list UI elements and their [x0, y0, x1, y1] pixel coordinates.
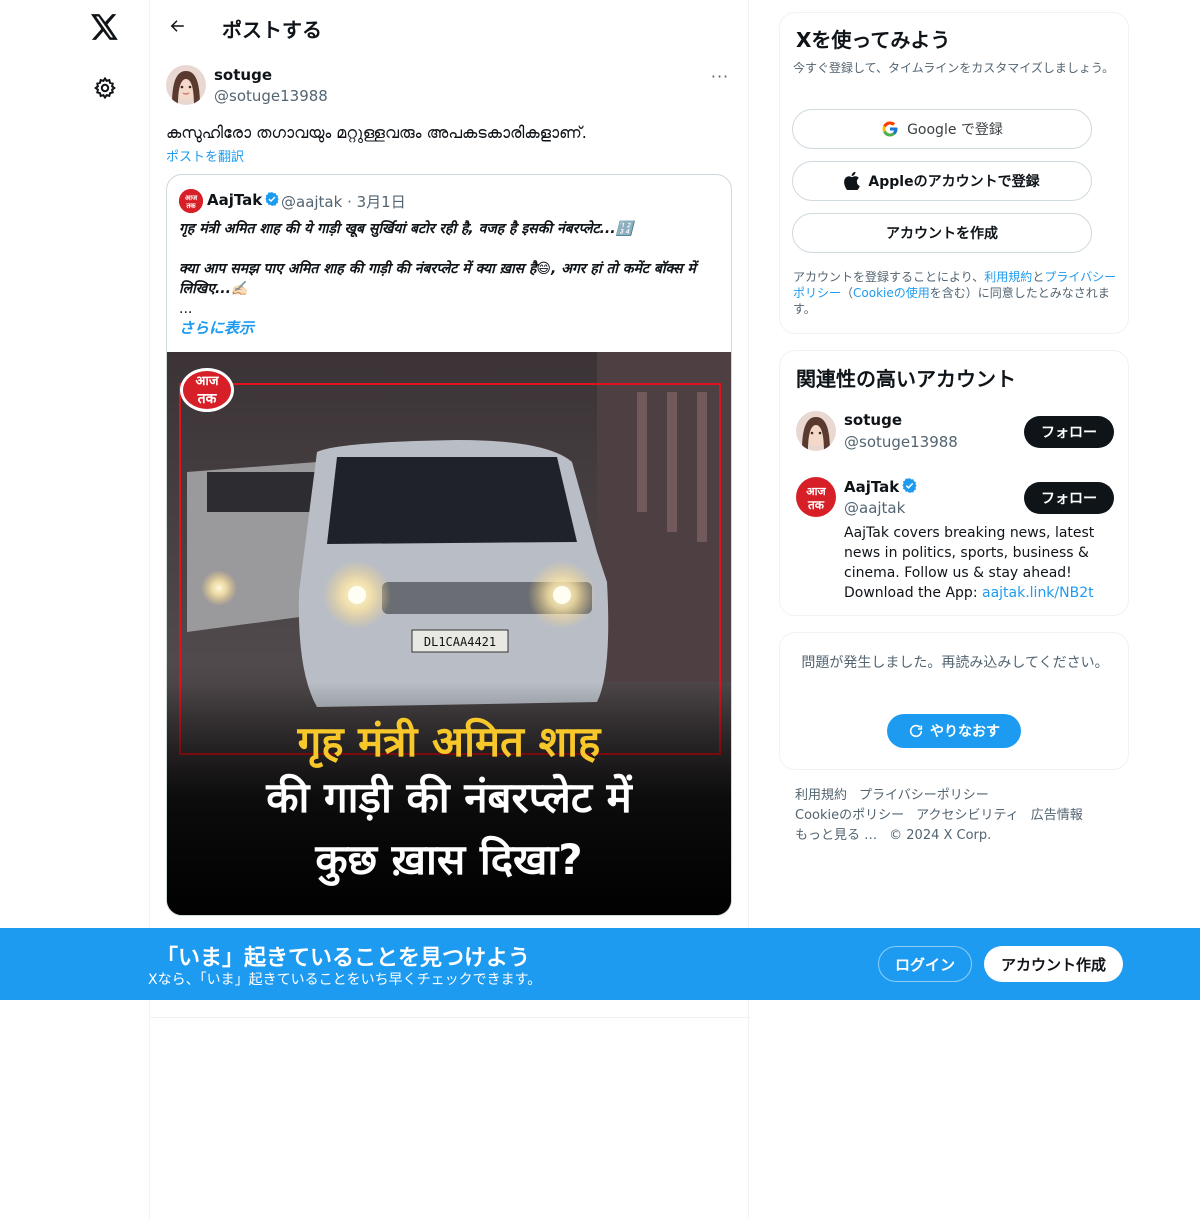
footer-link[interactable]: アクセシビリティ — [916, 808, 1019, 823]
svg-text:DL1CAA4421: DL1CAA4421 — [424, 635, 496, 649]
account-bio: AajTak covers breaking news, latest news… — [844, 525, 1095, 601]
quoted-post[interactable]: आज तक AajTak @aajtak · 3月1日 गृह मंत्री अम… — [166, 174, 732, 916]
footer-links: 利用規約 プライバシーポリシー Cookieのポリシー アクセシビリティ 広告情報 も… — [795, 786, 1115, 846]
related-account-item[interactable]: आज तक AajTak @aajtak フォロー AajTak covers b… — [796, 477, 1114, 607]
caption-line-2: की गाड़ी की नंबरप्लेट में — [266, 773, 632, 822]
svg-text:तक: तक — [807, 498, 825, 512]
author-handle[interactable]: @sotuge13988 — [214, 87, 328, 105]
aajtak-avatar: आज तक — [179, 189, 203, 213]
signup-title: Xを使ってみよう — [796, 28, 951, 52]
aajtak-account-avatar[interactable]: आज तक — [796, 477, 836, 517]
quoted-post-text: गृह मंत्री अमित शाह की ये गाड़ी खूब सुर्… — [179, 219, 696, 319]
verified-badge-icon — [264, 191, 280, 211]
follow-button[interactable]: フォロー — [1024, 482, 1114, 514]
related-title: 関連性の高いアカウント — [796, 367, 1016, 391]
related-account-name[interactable]: sotuge — [844, 411, 902, 429]
bio-link[interactable]: aajtak.link/NB2t — [982, 585, 1094, 601]
signup-legal-text: アカウントを登録することにより、利用規約とプライバシーポリシー（Cookieの使… — [793, 270, 1117, 316]
back-arrow-icon[interactable] — [164, 13, 190, 39]
aajtak-logo-icon: आज तक — [180, 368, 234, 412]
create-account-button[interactable]: アカウントを作成 — [792, 213, 1092, 253]
footer-link[interactable]: 利用規約 — [795, 788, 847, 803]
cookie-link[interactable]: Cookieの使用 — [853, 286, 930, 300]
footer-link[interactable]: Cookieのポリシー — [795, 808, 904, 823]
apple-icon — [844, 172, 861, 190]
related-account-name[interactable]: AajTak — [844, 477, 918, 498]
retry-button[interactable]: やりなおす — [887, 714, 1021, 748]
signup-subtitle: 今すぐ登録して、タイムラインをカスタマイズしましょう。 — [793, 61, 1115, 75]
verified-badge-icon — [901, 477, 918, 498]
follow-button[interactable]: フォロー — [1024, 416, 1114, 448]
related-account-handle: @aajtak — [844, 499, 906, 517]
quoted-text-ellipsis: ... — [179, 301, 193, 317]
quoted-text-line: लिखिए...✍🏻 — [179, 281, 249, 297]
copyright: © 2024 X Corp. — [889, 828, 992, 843]
main-column: ポストする sotuge @sotuge13988 ··· കസുഹിരോ തഗ… — [149, 0, 750, 1219]
quoted-handle-date: @aajtak · 3月1日 — [281, 193, 406, 211]
caption-line-3: कुछ ख़ास दिखा? — [315, 835, 583, 884]
refresh-icon — [908, 723, 924, 739]
svg-text:तक: तक — [185, 202, 196, 210]
quoted-text-line: क्या आप समझ पाए अमित शाह की गाड़ी की नंब… — [179, 261, 696, 277]
bottom-bar-title: 「いま」起きていることを見つけよう — [156, 946, 531, 971]
svg-text:आज: आज — [196, 374, 220, 389]
retry-label: やりなおす — [930, 724, 1000, 740]
signup-card: Xを使ってみよう 今すぐ登録して、タイムラインをカスタマイズしましょう。 Goo… — [779, 12, 1129, 334]
footer-link[interactable]: プライバシーポリシー — [859, 788, 989, 803]
related-account-handle: @sotuge13988 — [844, 433, 958, 451]
caption-line-1: गृह मंत्री अमित शाह — [297, 717, 601, 766]
quoted-author-name: AajTak — [207, 191, 280, 211]
author-avatar[interactable] — [166, 65, 206, 105]
footer-more-link[interactable]: もっと見る … — [795, 828, 877, 843]
quoted-post-header: आज तक AajTak @aajtak · 3月1日 — [179, 189, 719, 213]
post-author: sotuge @sotuge13988 ··· — [166, 64, 734, 108]
page-header: ポストする — [150, 0, 750, 53]
quoted-text-spacer — [179, 239, 639, 259]
related-accounts-card: 関連性の高いアカウント sotuge @sotuge13988 フォロー आज त… — [779, 350, 1129, 616]
quoted-text-line: गृह मंत्री अमित शाह की ये गाड़ी खूब सुर्… — [179, 221, 633, 237]
google-signup-button[interactable]: Google で登録 — [792, 109, 1092, 149]
post-video-media[interactable]: DL1CAA4421 आज तक गृह मंत्री अमित शाह की … — [167, 352, 731, 915]
google-signup-label: Google で登録 — [907, 122, 1003, 138]
google-icon — [881, 120, 899, 138]
bottom-bar-subtitle: Xなら、「いま」起きていることをいち早くチェックできます。 — [148, 972, 542, 988]
related-account-item[interactable]: sotuge @sotuge13988 フォロー — [796, 411, 1114, 459]
sotuge-avatar[interactable] — [796, 411, 836, 451]
login-button[interactable]: ログイン — [878, 946, 972, 982]
login-prompt-bar: 「いま」起きていることを見つけよう Xなら、「いま」起きていることをいち早くチェ… — [0, 928, 1200, 1000]
settings-gear-icon[interactable] — [91, 74, 119, 102]
svg-text:तक: तक — [197, 391, 218, 407]
apple-signup-button[interactable]: Appleのアカウントで登録 — [792, 161, 1092, 201]
create-account-bottom-button[interactable]: アカウント作成 — [984, 946, 1123, 982]
post-text: കസുഹിരോ തഗാവയും മറ്റുള്ളവരും അപകടകാരികളാ… — [166, 123, 587, 142]
error-card: 問題が発生しました。再読み込みしてください。 やりなおす — [779, 632, 1129, 770]
x-logo-icon[interactable] — [88, 10, 122, 44]
video-caption: गृह मंत्री अमित शाह की गाड़ी की नंबरप्ले… — [167, 717, 731, 891]
error-message: 問題が発生しました。再読み込みしてください。 — [801, 655, 1109, 671]
page-title: ポストする — [222, 18, 322, 42]
apple-signup-label: Appleのアカウントで登録 — [868, 174, 1040, 190]
author-name[interactable]: sotuge — [214, 66, 272, 84]
more-options-icon[interactable]: ··· — [706, 64, 734, 88]
svg-text:आज: आज — [806, 485, 826, 498]
terms-link[interactable]: 利用規約 — [984, 270, 1032, 284]
footer-link[interactable]: 広告情報 — [1031, 808, 1083, 823]
show-more-link[interactable]: さらに表示 — [179, 317, 254, 338]
left-nav — [0, 0, 150, 1219]
svg-text:आज: आज — [185, 194, 198, 202]
translate-post-link[interactable]: ポストを翻訳 — [166, 146, 244, 165]
